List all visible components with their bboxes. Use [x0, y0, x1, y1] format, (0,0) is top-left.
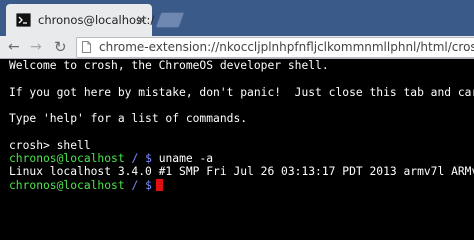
new-tab-button[interactable] [155, 12, 185, 28]
tab-crosh[interactable]: chronos@localhost:/ ✕ [6, 4, 154, 36]
shell-prompt-line[interactable]: chronos@localhost / $ [9, 178, 163, 192]
url-text: chrome-extension://nkoccljplnhpfnfljclko… [99, 40, 474, 54]
reload-icon[interactable]: ↻ [54, 38, 67, 56]
close-icon[interactable]: ✕ [136, 13, 146, 27]
terminal-line: Type 'help' for a list of commands. [9, 112, 248, 126]
page-icon [82, 41, 91, 53]
terminal-screen[interactable]: Welcome to crosh, the ChromeOS developer… [0, 59, 474, 218]
terminal-icon [16, 13, 31, 27]
tab-strip: chronos@localhost:/ ✕ [0, 0, 474, 36]
prompt-symbol: $ [145, 152, 152, 166]
prompt-dir: / [131, 152, 139, 166]
prompt-user: chronos@localhost [9, 152, 125, 166]
prompt-dir: / [131, 178, 139, 192]
terminal-line: crosh> shell [9, 138, 91, 152]
command-text: uname -a [158, 152, 214, 166]
text-cursor [155, 178, 163, 191]
prompt-symbol: $ [145, 178, 152, 192]
shell-prompt-line: chronos@localhost / $ uname -a [9, 152, 213, 165]
forward-arrow-icon[interactable]: → [30, 38, 42, 56]
browser-window: chronos@localhost:/ ✕ ← → ↻ chrome-exten… [0, 0, 474, 218]
terminal-line: If you got here by mistake, don't panic!… [9, 85, 474, 99]
terminal-line: Welcome to crosh, the ChromeOS developer… [9, 59, 329, 72]
address-bar[interactable]: chrome-extension://nkoccljplnhpfnfljclko… [76, 37, 474, 58]
command-output: Linux localhost 3.4.0 #1 SMP Fri Jul 26 … [9, 165, 474, 179]
back-arrow-icon[interactable]: ← [8, 38, 20, 56]
prompt-user: chronos@localhost [9, 178, 125, 192]
toolbar: ← → ↻ chrome-extension://nkoccljplnhpfnf… [0, 36, 474, 59]
